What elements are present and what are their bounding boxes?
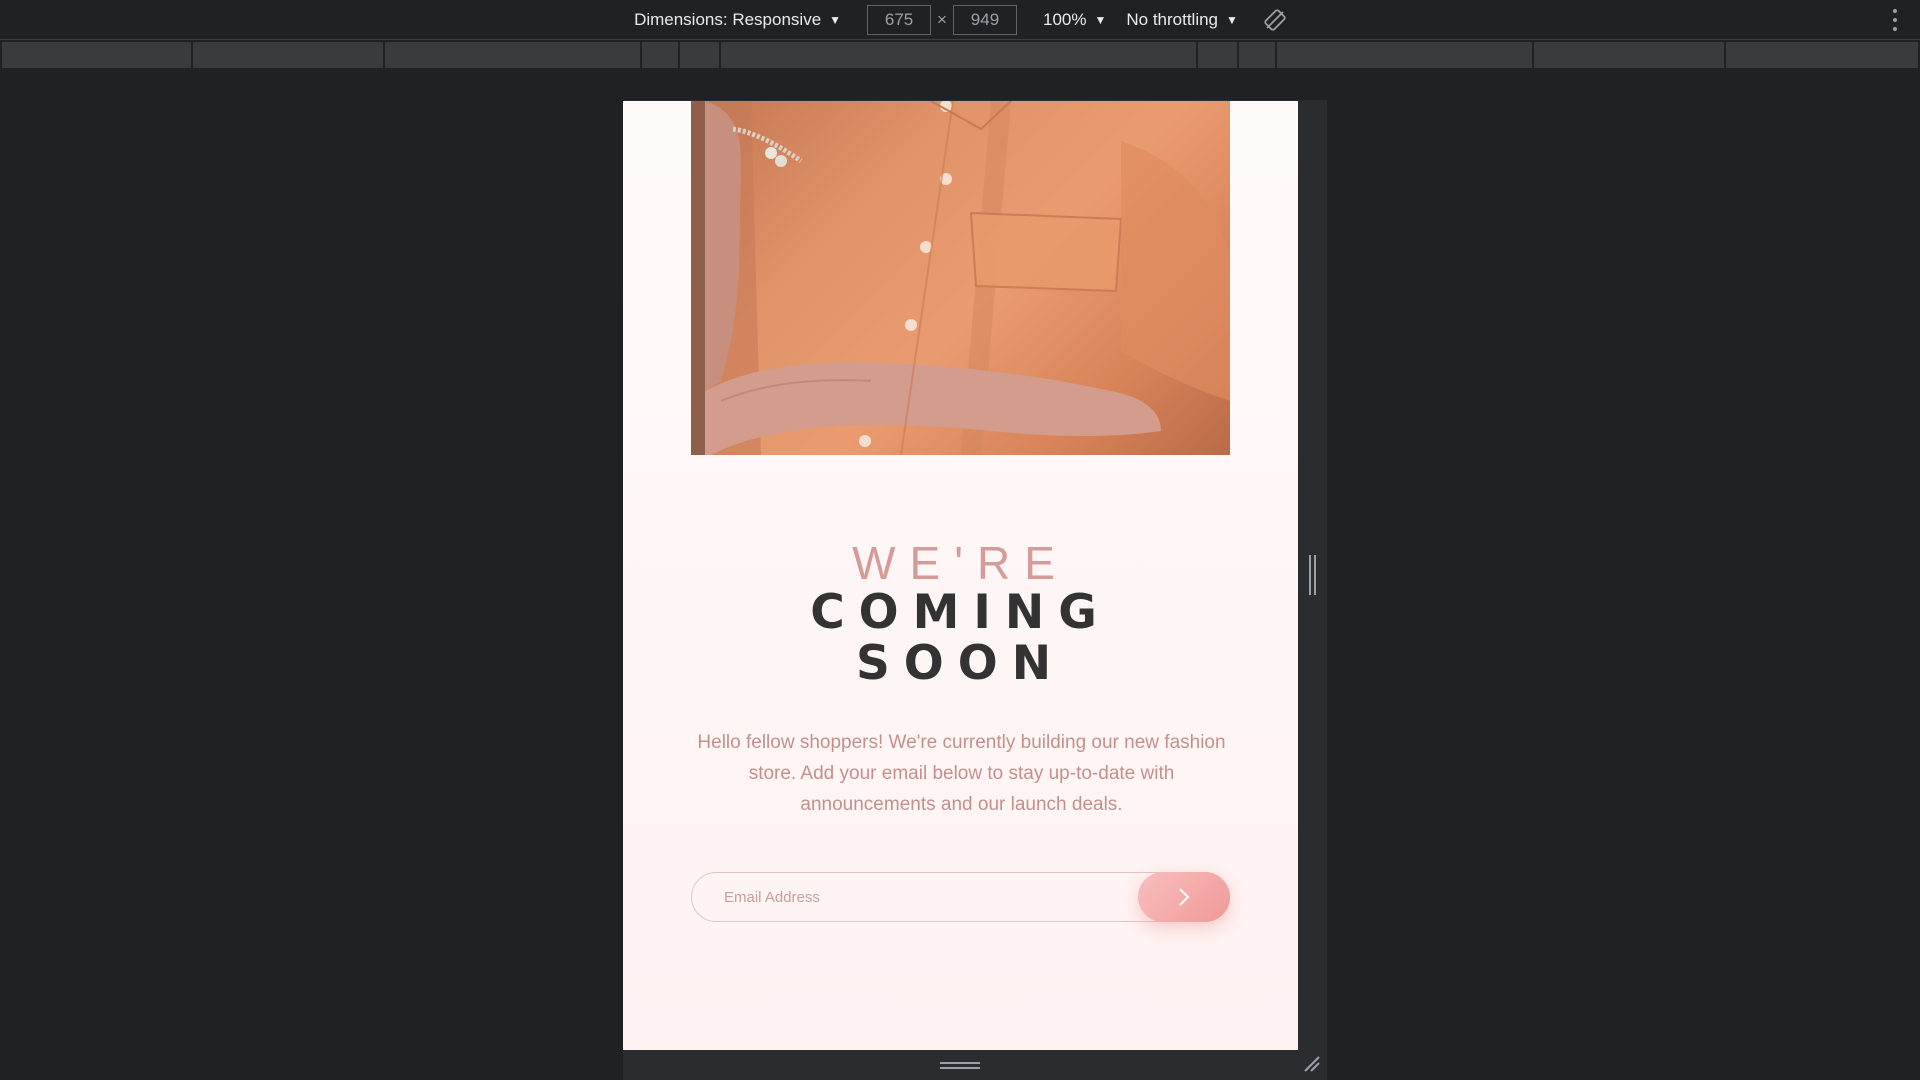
email-input[interactable] <box>692 873 1152 921</box>
media-query-bar <box>2 42 1918 68</box>
media-query-segment[interactable] <box>2 42 193 68</box>
media-query-segment[interactable] <box>193 42 385 68</box>
resize-handle-corner-icon[interactable] <box>1303 1055 1321 1073</box>
throttling-dropdown[interactable]: No throttling ▼ <box>1126 10 1238 30</box>
title-line-coming: COMING <box>810 585 1111 640</box>
dimensions-dropdown[interactable]: Dimensions: Responsive ▼ <box>634 10 841 30</box>
media-query-segment[interactable] <box>680 42 721 68</box>
description-text: Hello fellow shoppers! We're currently b… <box>697 732 1226 815</box>
height-input[interactable] <box>952 5 1017 35</box>
zoom-dropdown[interactable]: 100% ▼ <box>1043 10 1106 30</box>
rotate-icon[interactable] <box>1264 9 1286 31</box>
caret-down-icon: ▼ <box>1094 13 1107 27</box>
submit-button[interactable] <box>1138 872 1230 922</box>
caret-down-icon: ▼ <box>1226 13 1238 27</box>
width-input[interactable] <box>867 5 932 35</box>
zoom-label: 100% <box>1042 10 1087 29</box>
throttling-label: No throttling <box>1126 10 1219 29</box>
chevron-right-icon <box>1179 888 1190 906</box>
media-query-segment[interactable] <box>1277 42 1534 68</box>
device-toolbar: Dimensions: Responsive ▼ × 100% ▼ No thr… <box>0 0 1920 40</box>
media-query-segment[interactable] <box>1198 42 1239 68</box>
coming-soon-page: WE'RE COMING SOON Hello fellow shoppers!… <box>623 101 1298 1050</box>
resize-handle-right[interactable] <box>1307 555 1317 595</box>
media-query-segment[interactable] <box>1239 42 1277 68</box>
media-query-segment[interactable] <box>1534 42 1726 68</box>
more-vert-icon[interactable] <box>1892 9 1898 31</box>
device-toolbar-controls: Dimensions: Responsive ▼ × 100% ▼ No thr… <box>0 0 1920 40</box>
title-top: WE'RE <box>852 537 1069 589</box>
times-separator: × <box>937 10 947 29</box>
dimensions-label: Dimensions: Responsive <box>634 10 822 29</box>
resize-handle-bottom[interactable] <box>940 1062 980 1072</box>
hero-image <box>691 101 1230 455</box>
title-line-soon: SOON <box>855 636 1066 691</box>
media-query-segment[interactable] <box>1726 42 1918 68</box>
media-query-segment[interactable] <box>385 42 642 68</box>
media-query-segment[interactable] <box>721 42 1198 68</box>
media-query-segment[interactable] <box>642 42 680 68</box>
email-form <box>691 872 1230 922</box>
caret-down-icon: ▼ <box>829 13 842 27</box>
